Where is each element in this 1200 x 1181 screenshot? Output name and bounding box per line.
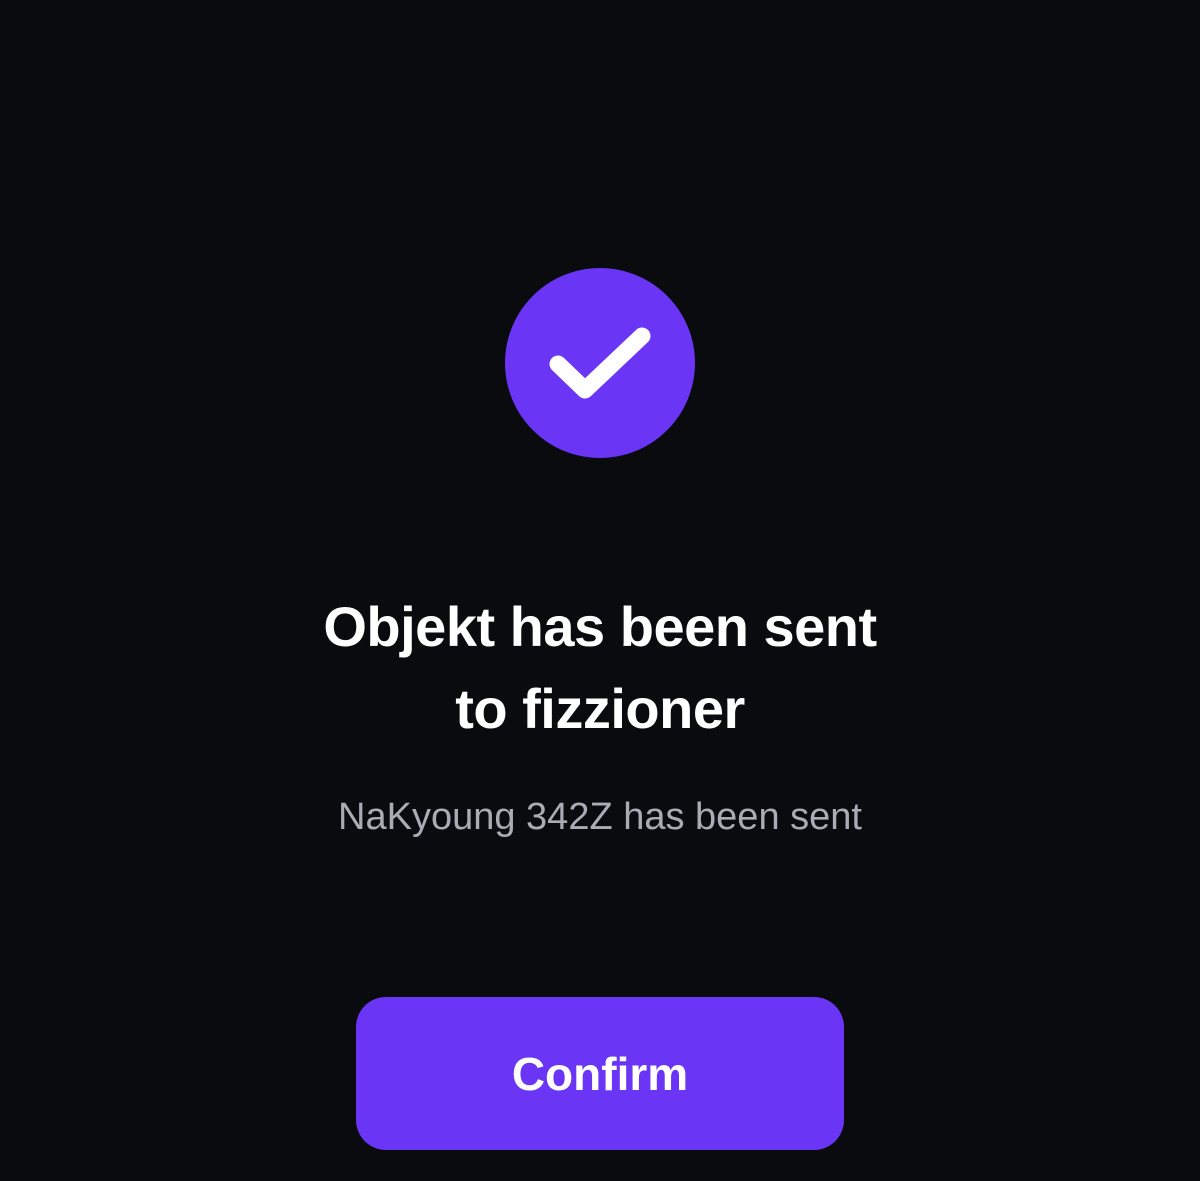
success-badge: [505, 268, 695, 458]
confirm-button[interactable]: Confirm: [356, 997, 844, 1150]
check-icon: [549, 327, 651, 399]
success-screen: Objekt has been sent to fizzioner NaKyou…: [0, 0, 1200, 1181]
success-title: Objekt has been sent to fizzioner: [200, 586, 1000, 750]
success-title-line-2: to fizzioner: [455, 677, 745, 740]
success-message: NaKyoung 342Z has been sent: [338, 796, 862, 838]
success-title-line-1: Objekt has been sent: [323, 595, 877, 658]
